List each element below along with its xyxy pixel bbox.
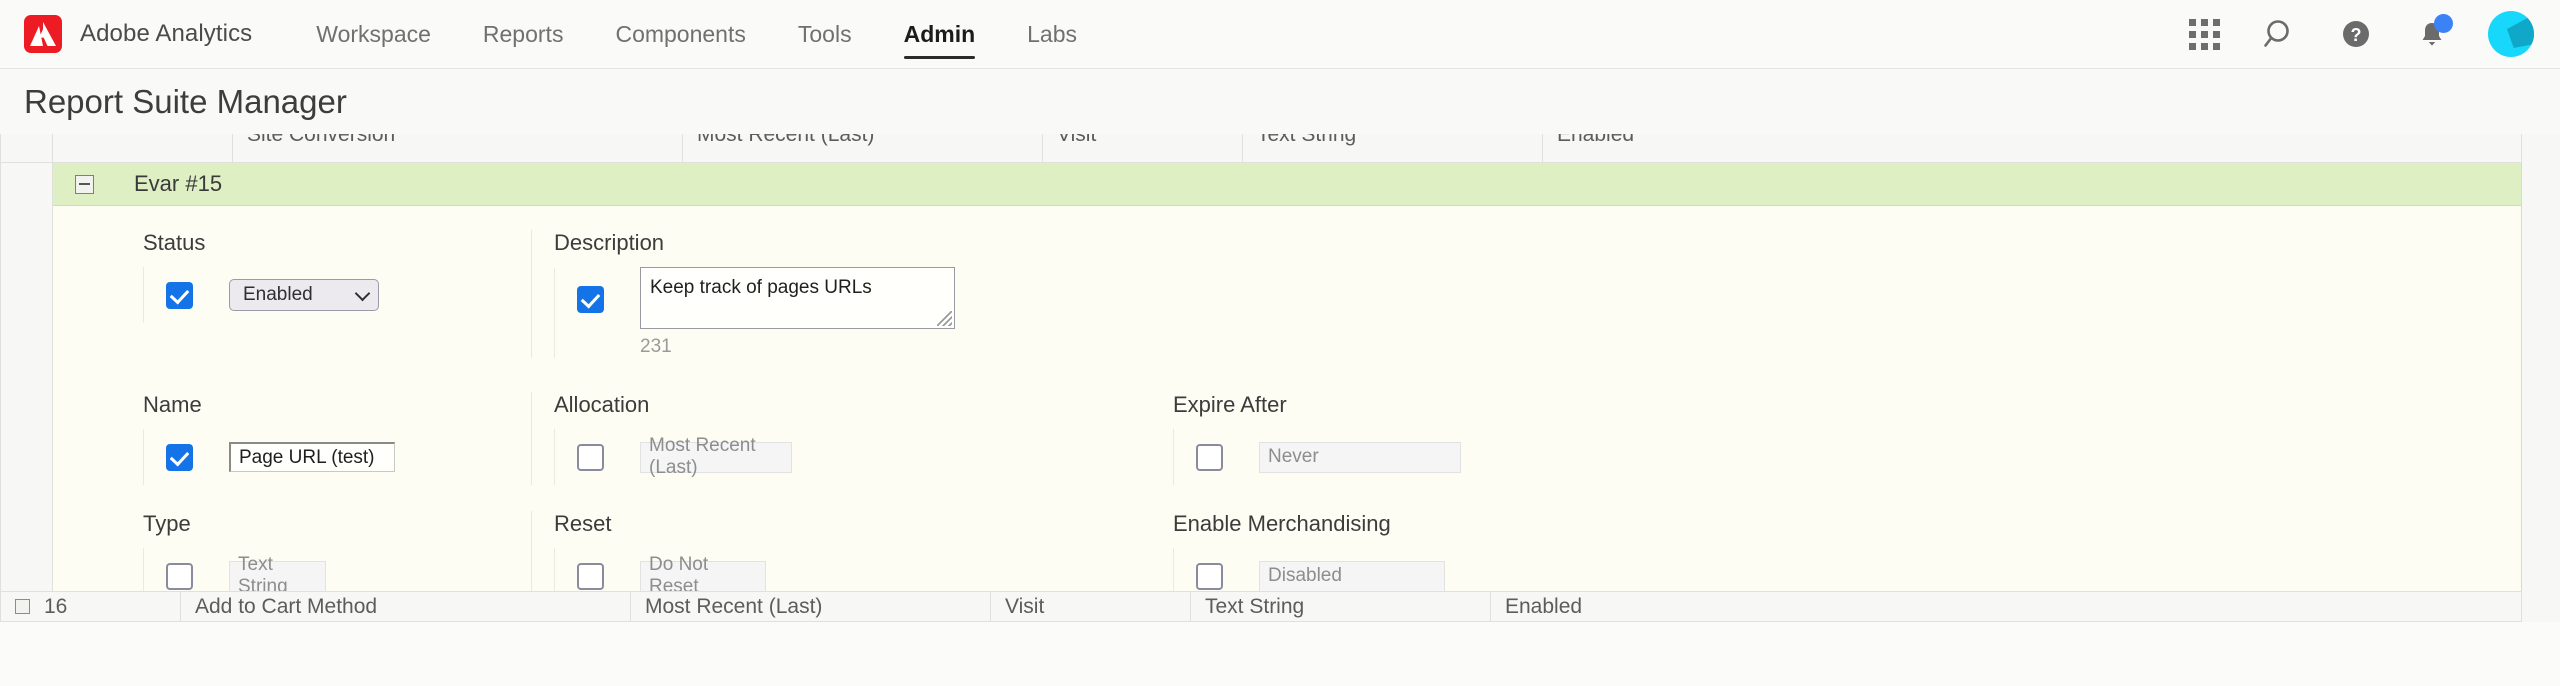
expanded-variable-panel: Evar #15 Status Enabled Description Keep… xyxy=(52,162,2522,622)
field-name-value: Page URL (test) xyxy=(239,446,375,468)
field-name-input[interactable]: Page URL (test) xyxy=(229,442,395,472)
report-suite-variable-table: Site Conversion Most Recent (Last) Visit… xyxy=(0,134,2560,622)
avatar[interactable] xyxy=(2488,11,2534,57)
search-icon[interactable] xyxy=(2260,14,2300,54)
field-allocation-checkbox[interactable] xyxy=(577,443,604,471)
field-description-char-count: 231 xyxy=(640,336,672,357)
field-description-checkbox[interactable] xyxy=(577,286,604,313)
table-row-expanded: Evar #15 Status Enabled Description Keep… xyxy=(0,162,2522,622)
nav-right-actions: ? xyxy=(2184,11,2534,57)
cell-status: Enabled xyxy=(1542,134,2522,163)
panel-title: Evar #15 xyxy=(134,171,223,196)
cell-type: Text String xyxy=(1242,134,1543,163)
field-divider xyxy=(143,429,144,485)
field-allocation: Allocation Most Recent (Last) xyxy=(531,392,1151,485)
field-reset-checkbox[interactable] xyxy=(577,562,604,590)
cell-index xyxy=(52,134,233,163)
page-header: Report Suite Manager xyxy=(0,68,2560,134)
field-reset-value-box: Do Not Reset xyxy=(640,554,766,597)
field-reset-label: Reset xyxy=(554,511,612,536)
field-row-1: Status Enabled Description Keep track of… xyxy=(53,230,2521,358)
evar-detail-panel: Evar #15 Status Enabled Description Keep… xyxy=(53,163,2521,622)
nav-item-tools[interactable]: Tools xyxy=(772,0,878,68)
field-status-select[interactable]: Enabled xyxy=(229,279,379,311)
field-type-checkbox[interactable] xyxy=(166,562,193,590)
field-enable-merchandising-value-box: Disabled xyxy=(1259,560,1445,592)
nav-item-reports[interactable]: Reports xyxy=(457,0,590,68)
field-type-value-box: Text String xyxy=(229,554,326,597)
field-expire-after-value: Never xyxy=(1268,446,1319,467)
expanded-row-gutter xyxy=(0,162,53,622)
field-enable-merchandising-checkbox[interactable] xyxy=(1196,562,1223,590)
chevron-down-icon xyxy=(354,285,371,301)
cell-allocation: Most Recent (Last) xyxy=(682,134,1043,163)
notification-badge xyxy=(2434,14,2453,33)
adobe-logo-icon xyxy=(24,15,62,53)
app-grid-icon[interactable] xyxy=(2184,14,2224,54)
field-status-value: Enabled xyxy=(243,284,313,305)
panel-body: Status Enabled Description Keep track of… xyxy=(53,206,2521,622)
field-status-checkbox[interactable] xyxy=(166,281,193,309)
field-status-label: Status xyxy=(143,230,206,255)
field-description-textarea-wrap: Keep track of pages URLs 231 xyxy=(640,267,955,358)
field-name-label: Name xyxy=(143,392,202,417)
cell-status-bottom: Enabled xyxy=(1490,591,2522,622)
field-type-label: Type xyxy=(143,511,191,536)
field-expire-after-value-box: Never xyxy=(1259,441,1461,473)
row-select-cell[interactable] xyxy=(0,134,53,163)
field-description-textarea[interactable]: Keep track of pages URLs xyxy=(640,267,955,329)
expand-plus-icon[interactable] xyxy=(15,599,30,615)
brand[interactable]: Adobe Analytics xyxy=(24,15,252,53)
field-enable-merchandising-label: Enable Merchandising xyxy=(1173,511,1391,536)
field-status: Status Enabled xyxy=(53,230,531,358)
table-row-clipped-top[interactable]: Site Conversion Most Recent (Last) Visit… xyxy=(0,134,2522,163)
app-grid-glyph xyxy=(2188,18,2220,50)
panel-header[interactable]: Evar #15 xyxy=(53,163,2521,206)
nav-item-labs[interactable]: Labs xyxy=(1001,0,1103,68)
field-expire-after-label: Expire After xyxy=(1173,392,1287,417)
resize-handle-icon[interactable] xyxy=(937,311,952,326)
variables-grid: Site Conversion Most Recent (Last) Visit… xyxy=(0,134,2522,622)
field-allocation-value-box: Most Recent (Last) xyxy=(640,435,792,478)
field-expire-after-checkbox[interactable] xyxy=(1196,443,1223,471)
nav-item-components[interactable]: Components xyxy=(589,0,771,68)
help-icon[interactable]: ? xyxy=(2336,14,2376,54)
cell-expire-bottom: Visit xyxy=(990,591,1191,622)
field-row-2: Name Page URL (test) Allocation Most Rec… xyxy=(53,392,2521,485)
field-divider xyxy=(554,429,555,485)
field-divider xyxy=(143,267,144,323)
field-description: Description Keep track of pages URLs 231 xyxy=(531,230,1151,358)
field-name-checkbox[interactable] xyxy=(166,443,193,471)
table-row-clipped-bottom[interactable]: 16 Add to Cart Method Most Recent (Last)… xyxy=(0,591,2522,622)
cell-index-bottom: 16 xyxy=(0,591,181,622)
primary-nav: Workspace Reports Components Tools Admin… xyxy=(290,0,1103,68)
brand-name: Adobe Analytics xyxy=(80,20,253,47)
svg-text:?: ? xyxy=(2351,25,2362,45)
notifications-bell-icon[interactable] xyxy=(2412,14,2453,54)
field-enable-merchandising-value: Disabled xyxy=(1268,565,1342,586)
nav-item-admin[interactable]: Admin xyxy=(878,0,1002,68)
field-divider xyxy=(1173,429,1174,485)
cell-conversion: Site Conversion xyxy=(232,134,683,163)
field-divider xyxy=(554,267,555,358)
field-expire-after: Expire After Never xyxy=(1151,392,2251,485)
cell-allocation-bottom: Most Recent (Last) xyxy=(630,591,991,622)
field-allocation-label: Allocation xyxy=(554,392,650,417)
field-description-label: Description xyxy=(554,230,665,255)
field-name: Name Page URL (test) xyxy=(53,392,531,485)
field-description-value: Keep track of pages URLs xyxy=(650,277,872,298)
top-navigation-bar: Adobe Analytics Workspace Reports Compon… xyxy=(0,0,2560,68)
cell-type-bottom: Text String xyxy=(1190,591,1491,622)
cell-reset: Visit xyxy=(1042,134,1243,163)
avatar-glyph xyxy=(2507,14,2534,48)
cell-name-bottom: Add to Cart Method xyxy=(180,591,631,622)
field-allocation-value: Most Recent (Last) xyxy=(649,435,756,478)
page-title: Report Suite Manager xyxy=(24,82,347,120)
nav-item-workspace[interactable]: Workspace xyxy=(290,0,457,68)
collapse-minus-icon[interactable] xyxy=(75,174,94,194)
